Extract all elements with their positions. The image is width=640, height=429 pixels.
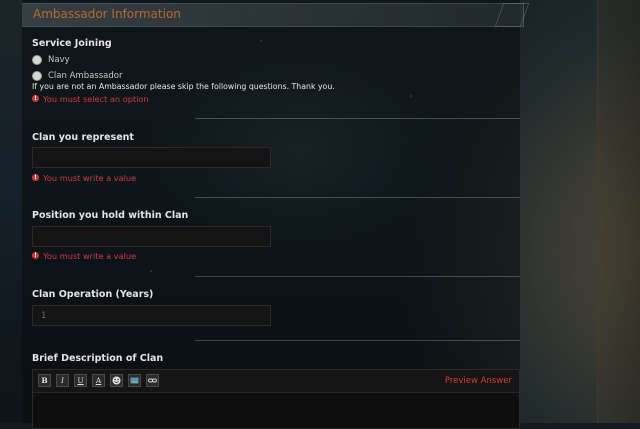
clan-label: Clan you represent xyxy=(32,132,134,143)
clan-input[interactable] xyxy=(32,147,271,168)
service-error-text: You must select an option xyxy=(43,93,149,104)
radio-label-navy: Navy xyxy=(48,54,70,65)
section-header: Ambassador Information xyxy=(22,3,530,27)
image-icon[interactable] xyxy=(128,374,141,387)
error-icon: ! xyxy=(32,95,39,102)
radio-clan-ambassador[interactable]: Clan Ambassador xyxy=(32,69,122,82)
radio-label-clan-ambassador: Clan Ambassador xyxy=(48,70,123,81)
radio-button[interactable] xyxy=(32,54,42,65)
preview-answer-link[interactable]: Preview Answer xyxy=(445,376,512,386)
radio-navy[interactable]: Navy xyxy=(32,53,70,66)
text-color-button[interactable]: A xyxy=(92,374,105,387)
bold-button[interactable]: B xyxy=(38,374,51,387)
link-icon[interactable] xyxy=(146,374,159,387)
description-label: Brief Description of Clan xyxy=(32,353,164,364)
operation-label: Clan Operation (Years) xyxy=(32,289,154,300)
error-icon: ! xyxy=(32,252,39,259)
position-label: Position you hold within Clan xyxy=(32,210,189,221)
clan-error-text: You must write a value xyxy=(43,172,137,183)
description-editor[interactable]: B I U A Preview Answer xyxy=(32,369,520,429)
editor-toolbar: B I U A Preview Answer xyxy=(33,370,519,393)
service-joining-label: Service Joining xyxy=(32,38,112,49)
divider xyxy=(195,197,520,198)
underline-button[interactable]: U xyxy=(74,374,87,387)
radio-button[interactable] xyxy=(32,70,42,81)
error-icon: ! xyxy=(32,174,39,181)
position-input[interactable] xyxy=(32,226,271,247)
divider xyxy=(195,276,520,277)
smiley-icon[interactable] xyxy=(110,374,123,387)
section-title: Ambassador Information xyxy=(33,7,181,21)
ambassador-note: If you are not an Ambassador please skip… xyxy=(32,82,335,91)
operation-input[interactable]: 1 xyxy=(32,305,271,326)
position-error-text: You must write a value xyxy=(43,250,137,261)
italic-button[interactable]: I xyxy=(56,374,69,387)
right-frame-strip xyxy=(597,0,640,423)
divider xyxy=(195,340,520,341)
divider xyxy=(195,118,520,119)
operation-input-value: 1 xyxy=(41,311,47,321)
position-error: ! You must write a value xyxy=(32,250,136,261)
service-error: ! You must select an option xyxy=(32,93,149,104)
clan-error: ! You must write a value xyxy=(32,172,136,183)
